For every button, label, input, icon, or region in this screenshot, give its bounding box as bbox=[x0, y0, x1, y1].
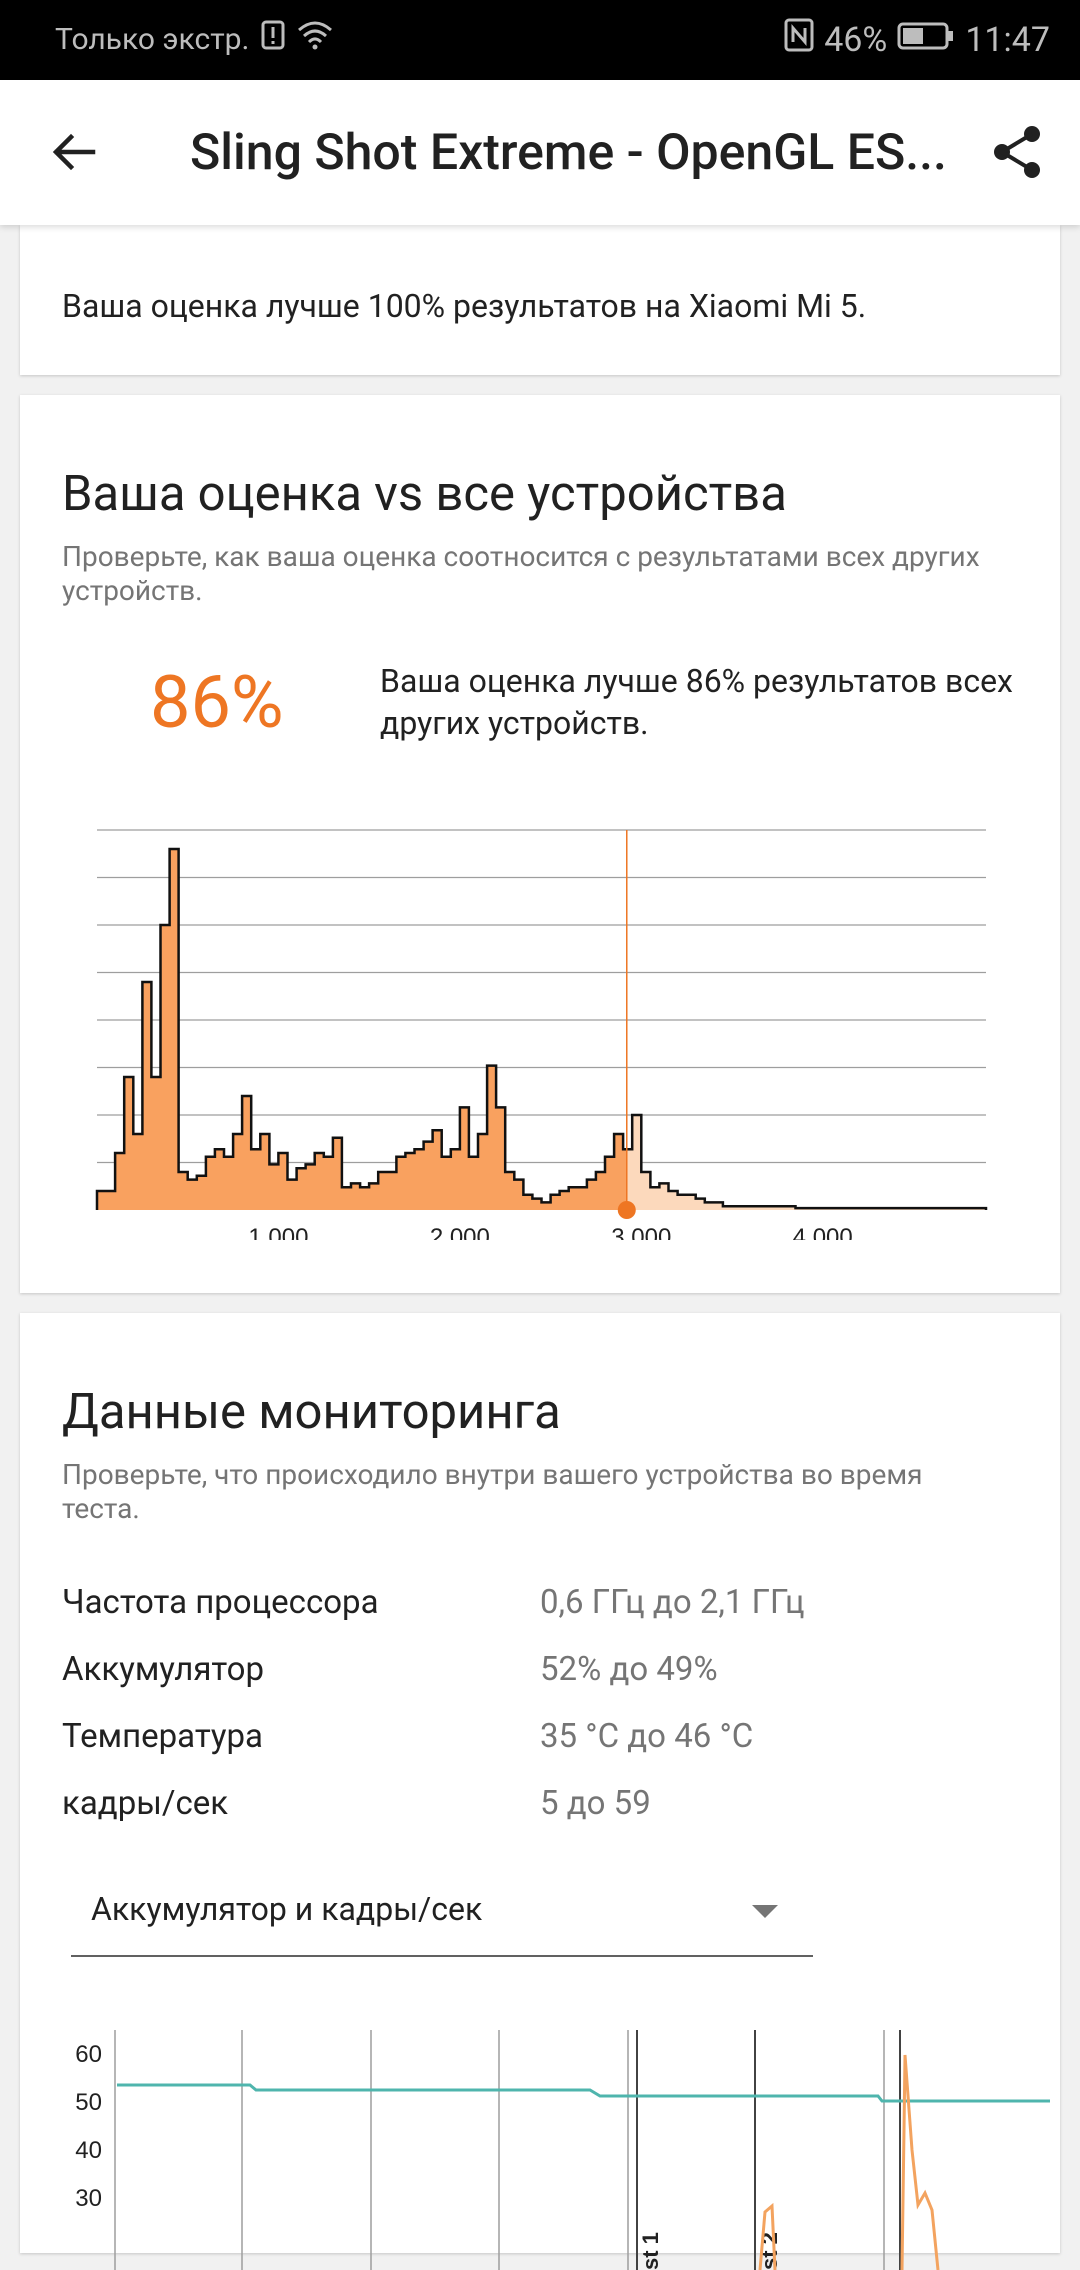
x-tick-label: 3 000 bbox=[611, 1224, 671, 1240]
monitoring-row-fps: кадры/сек 5 до 59 bbox=[62, 1784, 1022, 1834]
y-tick-label: 40 bbox=[75, 2137, 102, 2164]
monitoring-key: Частота процессора bbox=[62, 1583, 379, 1622]
monitoring-value: 5 до 59 bbox=[540, 1784, 651, 1823]
score-percent: 86% bbox=[150, 660, 284, 745]
x-tick-label: 2 000 bbox=[430, 1224, 490, 1240]
monitoring-value: 0,6 ГГц до 2,1 ГГц bbox=[540, 1583, 805, 1622]
page-title: Sling Shot Extreme - OpenGL ES... bbox=[190, 124, 947, 182]
device-comparison-text: Ваша оценка лучше 100% результатов на Xi… bbox=[62, 287, 867, 325]
battery-line bbox=[117, 2083, 1050, 2103]
monitoring-key: кадры/сек bbox=[62, 1784, 229, 1823]
histogram-area-above bbox=[626, 849, 986, 1210]
all-devices-subtitle: Проверьте, как ваша оценка соотносится с… bbox=[62, 540, 980, 607]
monitoring-chart: 60 50 40 30 st 1 st 2 bbox=[75, 2030, 1050, 2270]
chart-grid bbox=[97, 829, 986, 1164]
y-tick-label: 30 bbox=[75, 2185, 102, 2212]
app-bar: Sling Shot Extreme - OpenGL ES... bbox=[0, 80, 1080, 225]
back-arrow-icon[interactable] bbox=[45, 122, 105, 182]
x-tick-label: 1 000 bbox=[248, 1224, 308, 1240]
monitoring-title: Данные мониторинга bbox=[62, 1383, 561, 1440]
monitoring-row-cpu: Частота процессора 0,6 ГГц до 2,1 ГГц bbox=[62, 1583, 1022, 1633]
monitoring-value: 52% до 49% bbox=[540, 1650, 718, 1689]
score-distribution-chart: 1 000 2 000 3 000 4 000 bbox=[95, 829, 988, 1240]
carrier-label: Только экстр. bbox=[55, 21, 250, 57]
battery-percent: 46% bbox=[824, 19, 888, 60]
monitoring-key: Аккумулятор bbox=[62, 1650, 264, 1689]
status-bar: Только экстр. 46% 11:47 bbox=[0, 0, 1080, 80]
share-icon[interactable] bbox=[988, 122, 1048, 182]
device-comparison-card: Ваша оценка лучше 100% результатов на Xi… bbox=[20, 225, 1060, 375]
clock: 11:47 bbox=[965, 19, 1050, 60]
monitoring-key: Температура bbox=[62, 1717, 263, 1756]
monitoring-card: Данные мониторинга Проверьте, что происх… bbox=[20, 1313, 1060, 2270]
y-tick-label: 50 bbox=[75, 2089, 102, 2116]
monitoring-value: 35 °C до 46 °C bbox=[540, 1717, 754, 1756]
dropdown-selected-value: Аккумулятор и кадры/сек bbox=[91, 1890, 483, 1928]
wifi-icon bbox=[297, 20, 333, 58]
score-marker-dot bbox=[617, 1201, 636, 1219]
dropdown-arrow-icon bbox=[752, 1905, 778, 1918]
alert-icon bbox=[261, 20, 285, 58]
monitoring-row-temperature: Температура 35 °C до 46 °C bbox=[62, 1717, 1022, 1767]
x-tick-label: 4 000 bbox=[793, 1224, 853, 1240]
segment-label: st 1 bbox=[638, 2232, 663, 2270]
nfc-icon bbox=[784, 18, 814, 61]
chart-type-dropdown[interactable]: Аккумулятор и кадры/сек bbox=[71, 1870, 813, 1957]
y-tick-label: 60 bbox=[75, 2041, 102, 2068]
monitoring-subtitle: Проверьте, что происходило внутри вашего… bbox=[62, 1458, 923, 1525]
histogram-area-below bbox=[97, 849, 627, 1210]
all-devices-title: Ваша оценка vs все устройства bbox=[62, 465, 787, 522]
all-devices-card: Ваша оценка vs все устройства Проверьте,… bbox=[20, 395, 1060, 1293]
score-percent-text: Ваша оценка лучше 86% результатов всех д… bbox=[380, 662, 1013, 742]
histogram-outline bbox=[95, 847, 988, 1210]
fps-line bbox=[758, 2054, 940, 2270]
monitoring-row-battery: Аккумулятор 52% до 49% bbox=[62, 1650, 1022, 1700]
battery-icon bbox=[897, 20, 955, 60]
